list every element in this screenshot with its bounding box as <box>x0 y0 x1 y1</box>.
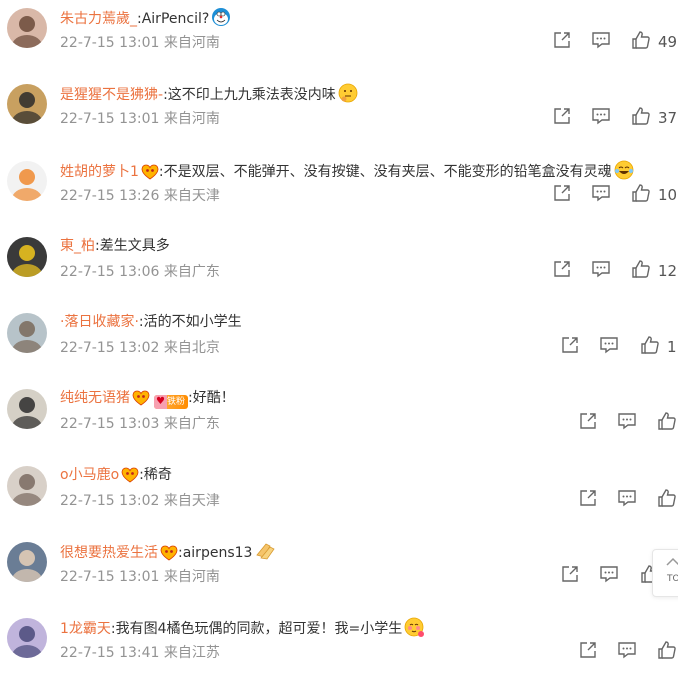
comment-item: 纯纯无语猪 ♥ 铁粉:好酷！ 22-7-15 13:03 来自广东 <box>0 383 678 459</box>
reply-icon[interactable] <box>591 30 611 54</box>
like-icon[interactable] <box>631 183 651 207</box>
fan-badge: ♥ 铁粉 <box>154 395 188 409</box>
like-icon[interactable] <box>657 411 677 435</box>
username-link[interactable]: 很想要热爱生活 <box>60 545 158 561</box>
comment-text: :我有图4橘色玩偶的同款，超可爱！我=小学生 <box>110 621 403 637</box>
like-count: 37 <box>658 109 678 127</box>
clap-icon <box>254 541 278 567</box>
share-icon[interactable] <box>552 259 572 283</box>
chevron-up-icon <box>666 557 678 566</box>
username-link[interactable]: 東_柏 <box>60 238 95 254</box>
share-icon[interactable] <box>560 335 580 359</box>
like-icon[interactable] <box>657 488 677 512</box>
comment-meta: 22-7-15 13:01 来自河南 <box>60 569 220 585</box>
comment-text: :airpens13 <box>178 545 253 561</box>
like-count: 12 <box>658 262 678 280</box>
share-icon[interactable] <box>578 640 598 664</box>
comment-meta: 22-7-15 13:01 来自河南 <box>60 111 220 127</box>
fan-heart-icon <box>121 467 139 489</box>
fan-badge-label: 铁粉 <box>166 397 185 407</box>
comment-line: ·落日收藏家·:活的不如小学生 <box>60 312 242 332</box>
comment-meta: 22-7-15 13:41 来自江苏 <box>60 645 220 661</box>
share-icon[interactable] <box>560 564 580 588</box>
reply-icon[interactable] <box>599 564 619 588</box>
comment-line: 朱古力蔫歲_:AirPencil? <box>60 7 231 33</box>
like-count: 10 <box>658 186 678 204</box>
avatar[interactable] <box>7 313 47 353</box>
scroll-to-top-button[interactable]: TOP <box>652 549 678 597</box>
share-icon[interactable] <box>552 106 572 130</box>
fan-heart-icon <box>132 390 150 412</box>
username-link[interactable]: 1龙霸天 <box>60 621 111 637</box>
doraemon-icon <box>211 7 231 33</box>
like-icon[interactable] <box>657 640 677 664</box>
like-icon[interactable] <box>631 259 651 283</box>
avatar[interactable] <box>7 389 47 429</box>
username-link[interactable]: 朱古力蔫歲_ <box>60 11 137 27</box>
reply-icon[interactable] <box>591 106 611 130</box>
comment-item: 朱古力蔫歲_:AirPencil? 22-7-15 13:01 来自河南 49 <box>0 2 678 78</box>
username-link[interactable]: ·落日收藏家· <box>60 314 139 330</box>
comment-meta: 22-7-15 13:26 来自天津 <box>60 188 220 204</box>
like-count: 1 <box>667 338 677 356</box>
avatar[interactable] <box>7 161 47 201</box>
username-link[interactable]: 纯纯无语猪 <box>60 390 130 406</box>
comment-line: o小马鹿o :稀奇 <box>60 465 172 489</box>
like-icon[interactable] <box>631 106 651 130</box>
avatar[interactable] <box>7 8 47 48</box>
like-icon[interactable] <box>640 335 660 359</box>
comment-text: :差生文具多 <box>95 238 170 254</box>
comment-item: 1龙霸天:我有图4橘色玩偶的同款，超可爱！我=小学生 22-7-15 13:41 … <box>0 612 678 688</box>
share-icon[interactable] <box>552 30 572 54</box>
comment-text: :这不印上九九乘法表没内味 <box>163 87 336 103</box>
scroll-top-label: TOP <box>667 574 678 584</box>
username-link[interactable]: o小马鹿o <box>60 467 119 483</box>
comment-line: 1龙霸天:我有图4橘色玩偶的同款，超可爱！我=小学生 <box>60 617 425 643</box>
comment-line: 很想要热爱生活 :airpens13 <box>60 541 278 567</box>
reply-icon[interactable] <box>591 183 611 207</box>
avatar[interactable] <box>7 542 47 582</box>
comment-meta: 22-7-15 13:03 来自广东 <box>60 416 220 432</box>
comment-text: :稀奇 <box>139 467 172 483</box>
comment-meta: 22-7-15 13:06 来自广东 <box>60 264 220 280</box>
reply-icon[interactable] <box>617 488 637 512</box>
comment-meta: 22-7-15 13:02 来自北京 <box>60 340 220 356</box>
like-icon[interactable] <box>631 30 651 54</box>
comment-text: :AirPencil? <box>137 11 210 27</box>
shy-icon <box>404 617 425 643</box>
reply-icon[interactable] <box>617 411 637 435</box>
reply-icon[interactable] <box>617 640 637 664</box>
comment-line: 東_柏:差生文具多 <box>60 236 170 256</box>
comment-item: o小马鹿o :稀奇 22-7-15 13:02 来自天津 <box>0 460 678 536</box>
avatar[interactable] <box>7 237 47 277</box>
share-icon[interactable] <box>578 411 598 435</box>
comment-line: 是猩猩不是狒狒-:这不印上九九乘法表没内味 <box>60 83 358 109</box>
heart-icon: ♥ <box>154 395 167 409</box>
comment-item: 很想要热爱生活 :airpens13 22-7-15 13:01 来自河南 <box>0 536 678 612</box>
reply-icon[interactable] <box>591 259 611 283</box>
like-count: 49 <box>658 33 678 51</box>
comment-meta: 22-7-15 13:02 来自天津 <box>60 493 220 509</box>
fan-heart-icon <box>160 545 178 567</box>
fan-heart-icon <box>141 164 159 186</box>
avatar[interactable] <box>7 84 47 124</box>
comment-line: 姓胡的萝卜1 :不是双层、不能弹开、没有按键、没有夹层、不能变形的铅笔盒没有灵魂 <box>60 160 634 186</box>
comment-text: :不是双层、不能弹开、没有按键、没有夹层、不能变形的铅笔盒没有灵魂 <box>158 164 612 180</box>
share-icon[interactable] <box>578 488 598 512</box>
comment-line: 纯纯无语猪 ♥ 铁粉:好酷！ <box>60 388 235 412</box>
comment-text: :好酷！ <box>187 390 235 406</box>
comment-item: ·落日收藏家·:活的不如小学生 22-7-15 13:02 来自北京 1 <box>0 307 678 383</box>
username-link[interactable]: 是猩猩不是狒狒- <box>60 87 163 103</box>
comment-item: 是猩猩不是狒狒-:这不印上九九乘法表没内味 22-7-15 13:01 来自河南 3… <box>0 78 678 154</box>
reply-icon[interactable] <box>599 335 619 359</box>
avatar[interactable] <box>7 618 47 658</box>
avatar[interactable] <box>7 466 47 506</box>
thinking-icon <box>338 83 358 109</box>
comment-item: 姓胡的萝卜1 :不是双层、不能弹开、没有按键、没有夹层、不能变形的铅笔盒没有灵魂 2… <box>0 155 678 231</box>
comment-text: :活的不如小学生 <box>138 314 242 330</box>
username-link[interactable]: 姓胡的萝卜1 <box>60 164 139 180</box>
comment-meta: 22-7-15 13:01 来自河南 <box>60 35 220 51</box>
comment-item: 東_柏:差生文具多 22-7-15 13:06 来自广东 12 <box>0 231 678 307</box>
share-icon[interactable] <box>552 183 572 207</box>
